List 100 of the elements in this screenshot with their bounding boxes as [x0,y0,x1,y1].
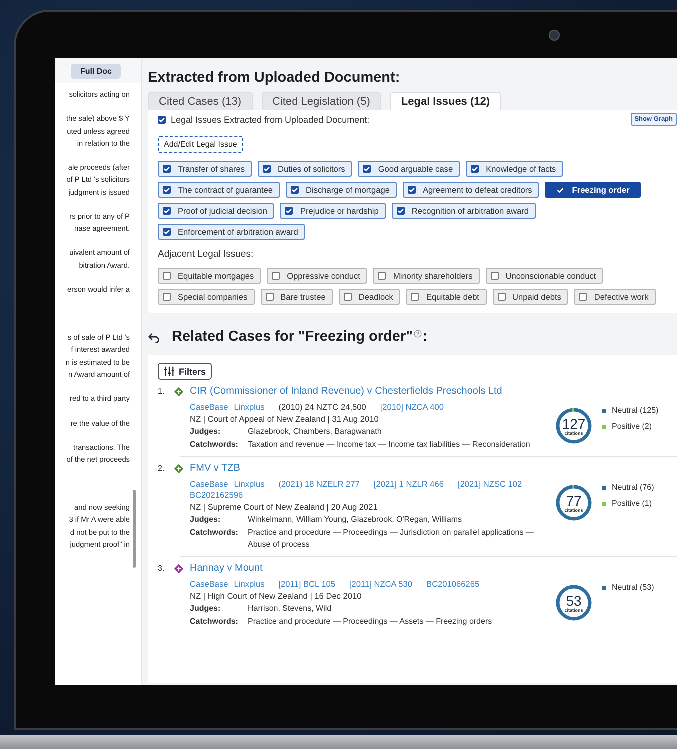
catchwords-text: Practice and procedure — Proceedings — Jurisdiction on parallel applications — Abuse of process [248,527,535,551]
judges-text: Harrison, Stevens, Wild [248,603,333,615]
citation-count: 53 [566,594,582,608]
adjacent-issue-chip[interactable]: Oppressive conduct [267,268,368,284]
legal-issue-chip[interactable]: Freezing order [545,182,641,198]
catchwords-text: Taxation and revenue — Income tax — Income tax liabilities — Reconsideration [248,439,532,451]
legend-label: Neutral (76) [612,483,654,492]
field-label: Judges: [190,514,222,526]
legal-issue-chip[interactable]: Recognition of arbitration award [392,203,536,219]
checkbox[interactable] [158,116,166,124]
back-arrow-icon[interactable] [148,332,160,342]
citation-link[interactable]: Linxplus [234,479,265,489]
citations-donut [554,483,594,523]
adjacent-issue-chip[interactable]: Equitable mortgages [158,268,262,284]
checkbox-icon [408,186,416,194]
checkbox-icon [272,272,280,280]
legal-issue-chip[interactable]: Enforcement of arbitration award [158,224,306,240]
citation-count: 127 [562,416,586,430]
tab[interactable]: Cited Cases (13) [148,92,253,110]
checkbox-icon [266,293,274,301]
legal-issue-chip[interactable]: Discharge of mortgage [286,182,397,198]
citations-donut [554,583,594,623]
check-icon [556,186,566,194]
adjacent-issue-chip[interactable]: Deadlock [338,289,400,305]
citation-link[interactable]: [2011] NZCA 530 [349,579,413,589]
case-title-link[interactable]: Hannay v Mount [190,563,263,574]
citations-donut [554,406,594,446]
court-info: NZ | Court of Appeal of New Zealand | 31 Aug 2010 [190,413,380,425]
filters-button[interactable]: Filters [158,363,212,380]
tab[interactable]: Legal Issues (12) [390,92,502,110]
legal-issue-chip[interactable]: Proof of judicial decision [158,203,274,219]
checkbox-icon [471,165,480,173]
citation-link[interactable]: (2021) 18 NZELR 277 [278,479,360,489]
citation-link[interactable]: CaseBase [190,479,228,489]
citation-text: (2010) 24 NZTC 24,500 [278,402,366,412]
citation-link[interactable]: [2021] NZSC 102 [458,479,522,489]
checkbox-icon [163,272,171,280]
legend-label: Positive (2) [612,422,652,431]
checkbox-icon [163,165,171,173]
adjacent-issue-chip[interactable]: Minority shareholders [373,268,480,284]
case-title-link[interactable]: FMV v TZB [190,463,240,474]
help-icon[interactable] [414,330,422,338]
court-info: NZ | Supreme Court of New Zealand | 20 Aug 2021 [190,501,379,513]
legal-issue-chip[interactable]: Transfer of shares [158,161,252,177]
checkbox-icon [411,293,420,301]
add-edit-button[interactable]: Add/Edit Legal Issue [158,136,244,153]
legal-issue-chip[interactable]: Duties of solicitors [258,161,352,177]
legal-issue-chip[interactable]: Knowledge of facts [466,161,564,177]
list-number: 2. [158,464,166,473]
field-label: Catchwords: [190,616,240,628]
adjacent-issue-chip[interactable]: Special companies [158,289,255,305]
legal-issue-chip[interactable]: Agreement to defeat creditors [402,182,540,198]
checkbox-icon [291,186,300,194]
list-number: 3. [158,564,166,573]
checkbox-icon [396,207,405,215]
field-label: Catchwords: [190,527,240,539]
citation-count: 77 [566,494,582,508]
citation-link[interactable]: Linxplus [234,579,265,589]
scrollbar-thumb[interactable] [133,490,136,568]
filter-sliders-icon [164,366,175,377]
checkbox-icon [490,272,499,280]
checkbox-icon [163,207,171,215]
court-info: NZ | High Court of New Zealand | 16 Dec 2010 [190,590,363,602]
field-label: Catchwords: [190,439,240,451]
citation-link[interactable]: [2021] 1 NZLR 466 [374,479,444,489]
catchwords-text: Practice and procedure — Proceedings — Assets — Freezing orders [248,616,494,628]
full-doc-button[interactable]: Full Doc [71,64,121,79]
citation-link[interactable]: [2010] NZCA 400 [380,402,444,412]
citation-link[interactable]: CaseBase [190,579,228,589]
section-heading: Related Cases for "Freezing order" [172,329,413,345]
citation-link[interactable]: BC202162596 [190,490,244,500]
citation-link[interactable]: Linxplus [234,402,265,412]
legend-label: Neutral (125) [612,406,659,415]
adjacent-issue-chip[interactable]: Unconscionable conduct [486,268,604,284]
subheading: Adjacent Legal Issues: [158,249,255,260]
adjacent-issue-chip[interactable]: Defective work [574,289,656,305]
checkbox-icon [163,186,171,194]
checkbox-icon [498,293,506,301]
tab[interactable]: Cited Legislation (5) [262,92,382,110]
checkbox-icon [263,165,272,173]
camera-icon [549,30,560,41]
citation-link[interactable]: [2011] BCL 105 [278,579,336,589]
list-number: 1. [158,387,166,396]
case-title-link[interactable]: CIR (Commissioner of Inland Revenue) v Chesterfields Preschools Ltd [190,386,502,397]
adjacent-issue-chip[interactable]: Unpaid debts [492,289,568,305]
legal-issue-chip[interactable]: Prejudice or hardship [280,203,386,219]
adjacent-issue-chip[interactable]: Equitable debt [406,289,486,305]
judges-text: Winkelmann, William Young, Glazebrook, O'Regan, Williams [248,514,464,526]
heading-colon: : [423,329,428,345]
citation-link[interactable]: BC201066265 [426,579,480,589]
citation-link[interactable]: CaseBase [190,402,228,412]
checkbox-icon [344,293,352,301]
legal-issue-chip[interactable]: Good arguable case [358,161,460,177]
field-label: Judges: [190,603,222,615]
legal-issue-chip[interactable]: The contract of guarantee [158,182,280,198]
checkbox-icon [363,165,372,173]
checkbox-icon [579,293,588,301]
adjacent-issue-chip[interactable]: Bare trustee [260,289,333,305]
legend-label: Neutral (53) [612,583,654,592]
section-heading: Extracted from Uploaded Document: [148,70,402,86]
